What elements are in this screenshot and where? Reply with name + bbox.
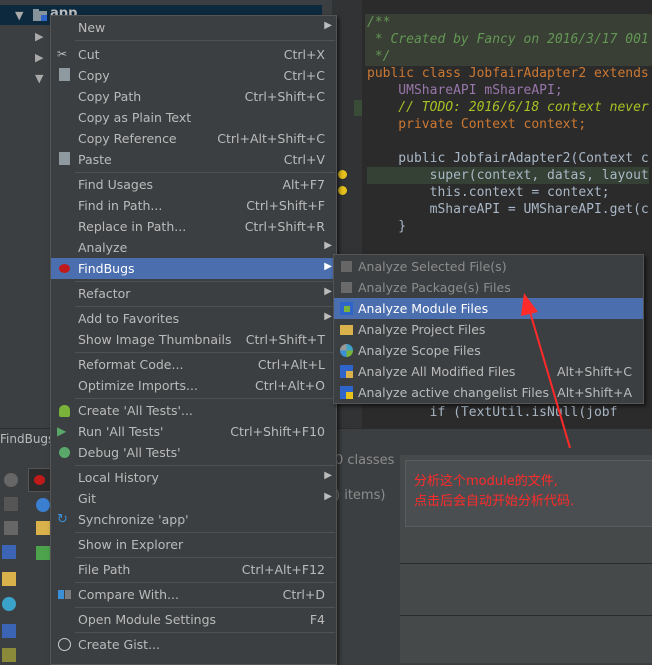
annotation-arrow: [521, 293, 571, 449]
